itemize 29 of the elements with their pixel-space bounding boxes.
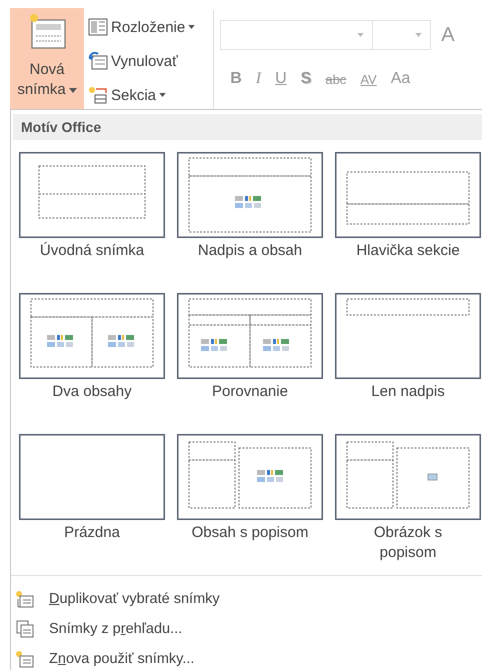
caret-icon [68,88,77,93]
section-icon [88,86,108,104]
layout-option[interactable]: Úvodná snímka [19,152,165,261]
gallery-header: Motív Office [13,114,482,140]
reset-icon [88,52,108,70]
menu-item[interactable]: Znova použiť snímky... [11,644,194,670]
menu-item[interactable]: Snímky z prehľadu... [11,614,182,644]
layout-option[interactable]: Dva obsahy [19,293,165,402]
slides-icon [15,590,35,608]
caret-icon [357,33,364,37]
caret-icon [159,93,166,97]
layout-option[interactable]: Obsah s popisom [177,434,323,543]
layout-option[interactable]: Obrázok s popisom [335,434,481,563]
layout-option[interactable]: Porovnanie [177,293,323,402]
ribbon-button[interactable]: Vynulovať [88,48,196,74]
ribbon-button[interactable]: Sekcia [88,82,196,108]
layout-option[interactable]: Nadpis a obsah [177,152,323,261]
layout-icon [88,18,108,36]
ribbon-button[interactable]: Rozloženie [88,14,196,40]
font-size-combo[interactable] [373,20,432,50]
new-slide-button[interactable]: Nová snímka [10,8,84,109]
caret-icon [188,25,196,29]
outline-icon [15,620,35,638]
layout-option[interactable]: Prázdna [19,434,165,543]
caret-icon [415,33,422,37]
layout-option[interactable]: Hlavička sekcie [335,152,481,261]
layout-option[interactable]: Len nadpis [335,293,481,402]
menu-item[interactable]: Duplikovať vybraté snímky [11,584,220,614]
font-name-combo[interactable] [220,20,374,50]
